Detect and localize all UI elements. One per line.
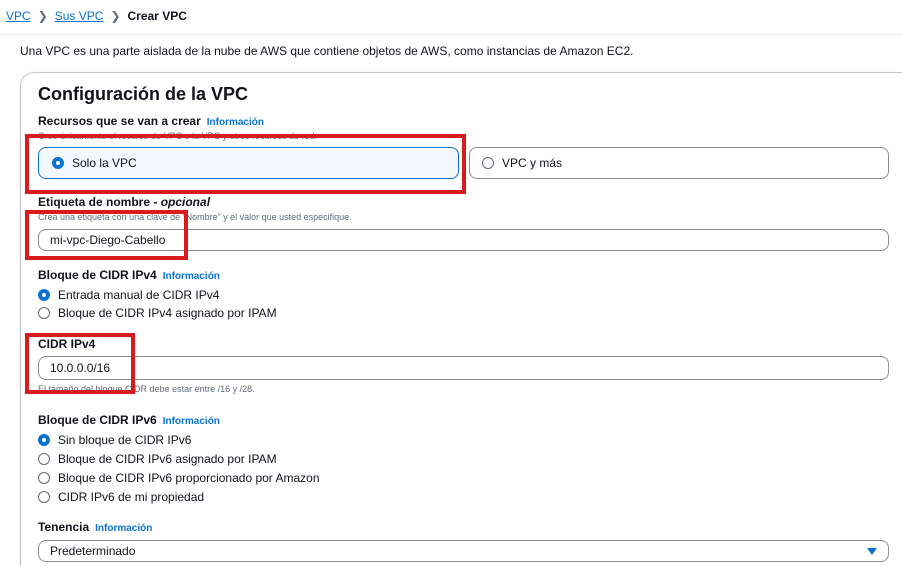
panel-title: Configuración de la VPC — [38, 84, 249, 104]
tenancy-info-link[interactable]: Información — [95, 523, 152, 534]
ipv6-block-info-link[interactable]: Información — [163, 416, 220, 427]
chevron-right-icon: ❯ — [37, 9, 48, 23]
tile-vpc-and-more-label: VPC y más — [502, 156, 563, 170]
resources-label-text: Recursos que se van a crear — [38, 114, 201, 128]
ipv4-cidr-input[interactable]: 10.0.0.0/16 — [38, 356, 889, 380]
radio-unselected-icon — [38, 472, 50, 484]
radio-ipv6-amazon-label: Bloque de CIDR IPv6 proporcionado por Am… — [58, 471, 320, 485]
tile-vpc-only[interactable]: Solo la VPC — [38, 147, 459, 179]
name-tag-input[interactable]: mi-vpc-Diego-Cabello — [38, 229, 889, 251]
radio-ipv6-ipam[interactable]: Bloque de CIDR IPv6 asignado por IPAM — [38, 452, 277, 466]
radio-selected-icon — [38, 289, 50, 301]
radio-ipv6-byoip-label: CIDR IPv6 de mi propiedad — [58, 490, 205, 504]
radio-selected-icon — [52, 157, 64, 169]
header-divider — [0, 34, 902, 35]
radio-unselected-icon — [38, 491, 50, 503]
name-tag-optional: opcional — [160, 195, 211, 209]
radio-unselected-icon — [38, 453, 50, 465]
caret-down-icon — [867, 547, 877, 555]
radio-ipv4-manual[interactable]: Entrada manual de CIDR IPv4 — [38, 288, 219, 302]
ipv4-block-label: Bloque de CIDR IPv4 Información — [38, 268, 220, 282]
radio-unselected-icon — [38, 307, 50, 319]
breadcrumb-your-vpcs-link[interactable]: Sus VPC — [55, 9, 104, 23]
name-tag-label: Etiqueta de nombre - opcional — [38, 195, 210, 209]
tenancy-select[interactable]: Predeterminado — [38, 540, 889, 562]
ipv4-block-info-link[interactable]: Información — [163, 271, 220, 282]
name-tag-description: Crea una etiqueta con una clave de “Nomb… — [38, 212, 352, 222]
ipv4-block-label-text: Bloque de CIDR IPv4 — [38, 268, 157, 282]
intro-text: Una VPC es una parte aislada de la nube … — [20, 44, 634, 58]
radio-unselected-icon — [482, 157, 494, 169]
tile-vpc-only-label: Solo la VPC — [72, 156, 137, 170]
resources-info-link[interactable]: Información — [207, 117, 264, 128]
chevron-right-icon: ❯ — [110, 9, 121, 23]
tenancy-label: Tenencia Información — [38, 520, 152, 534]
radio-ipv6-none[interactable]: Sin bloque de CIDR IPv6 — [38, 433, 191, 447]
radio-selected-icon — [38, 434, 50, 446]
radio-ipv6-ipam-label: Bloque de CIDR IPv6 asignado por IPAM — [58, 452, 277, 466]
resources-label: Recursos que se van a crear Información — [38, 114, 264, 128]
ipv4-cidr-hint: El tamaño del bloque CIDR debe estar ent… — [38, 384, 255, 394]
radio-ipv6-byoip[interactable]: CIDR IPv6 de mi propiedad — [38, 490, 204, 504]
tile-vpc-and-more[interactable]: VPC y más — [469, 147, 889, 179]
resources-description: Cree únicamente el recurso de VPC o la V… — [38, 131, 318, 141]
tenancy-label-text: Tenencia — [38, 520, 90, 534]
radio-ipv4-ipam-label: Bloque de CIDR IPv4 asignado por IPAM — [58, 306, 277, 320]
breadcrumb-current: Crear VPC — [127, 9, 187, 23]
tenancy-select-value: Predeterminado — [50, 544, 136, 558]
ipv6-block-label-text: Bloque de CIDR IPv6 — [38, 413, 157, 427]
name-tag-label-text: Etiqueta de nombre - — [38, 195, 158, 209]
radio-ipv4-ipam[interactable]: Bloque de CIDR IPv4 asignado por IPAM — [38, 306, 277, 320]
breadcrumb: VPC ❯ Sus VPC ❯ Crear VPC — [6, 9, 187, 23]
radio-ipv6-amazon[interactable]: Bloque de CIDR IPv6 proporcionado por Am… — [38, 471, 320, 485]
radio-ipv6-none-label: Sin bloque de CIDR IPv6 — [58, 433, 192, 447]
radio-ipv4-manual-label: Entrada manual de CIDR IPv4 — [58, 288, 220, 302]
ipv4-cidr-label: CIDR IPv4 — [38, 337, 96, 351]
breadcrumb-vpc-link[interactable]: VPC — [6, 9, 31, 23]
ipv6-block-label: Bloque de CIDR IPv6 Información — [38, 413, 220, 427]
